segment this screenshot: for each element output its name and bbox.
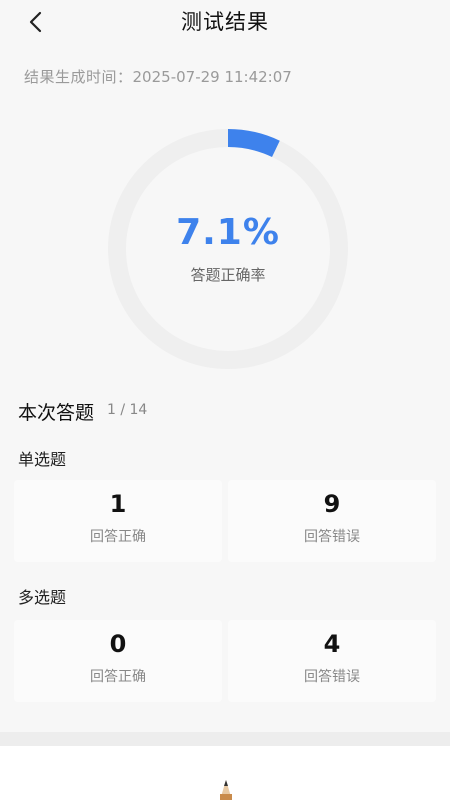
multiple-correct-label: 回答正确 xyxy=(90,669,146,685)
single-correct-label: 回答正确 xyxy=(90,529,146,545)
multiple-wrong-count: 4 xyxy=(323,630,341,658)
single-choice-title: 单选题 xyxy=(18,450,67,469)
accuracy-percent: 7.1% xyxy=(176,212,280,253)
section-divider xyxy=(0,732,450,746)
multiple-wrong-card[interactable]: 4 回答错误 xyxy=(228,620,436,702)
generation-time-value: 2025-07-29 11:42:07 xyxy=(132,68,292,86)
single-correct-card: 1 回答正确 xyxy=(14,480,222,562)
answer-summary-title: 本次答题 xyxy=(18,402,95,424)
single-wrong-count: 9 xyxy=(323,490,341,518)
page-title: 测试结果 xyxy=(181,10,269,34)
multiple-wrong-label: 回答错误 xyxy=(304,669,360,685)
header-bar: 测试结果 xyxy=(0,0,450,48)
single-correct-count: 1 xyxy=(109,490,127,518)
pencil-icon xyxy=(206,778,246,800)
accuracy-label: 答题正确率 xyxy=(190,266,266,284)
multiple-choice-stats: 0 回答正确 4 回答错误 xyxy=(14,620,436,702)
generation-time-label: 结果生成时间： xyxy=(24,68,133,86)
single-wrong-label: 回答错误 xyxy=(304,529,360,545)
multiple-choice-title: 多选题 xyxy=(18,588,67,607)
multiple-correct-count: 0 xyxy=(109,630,127,658)
single-choice-stats: 1 回答正确 9 回答错误 xyxy=(14,480,436,562)
multiple-correct-card: 0 回答正确 xyxy=(14,620,222,702)
answer-summary-count: 1 / 14 xyxy=(107,402,148,418)
single-wrong-card[interactable]: 9 回答错误 xyxy=(228,480,436,562)
score-ring: 7.1% 答题正确率 xyxy=(103,124,353,374)
generation-time: 结果生成时间：2025-07-29 11:42:07 xyxy=(24,66,292,87)
